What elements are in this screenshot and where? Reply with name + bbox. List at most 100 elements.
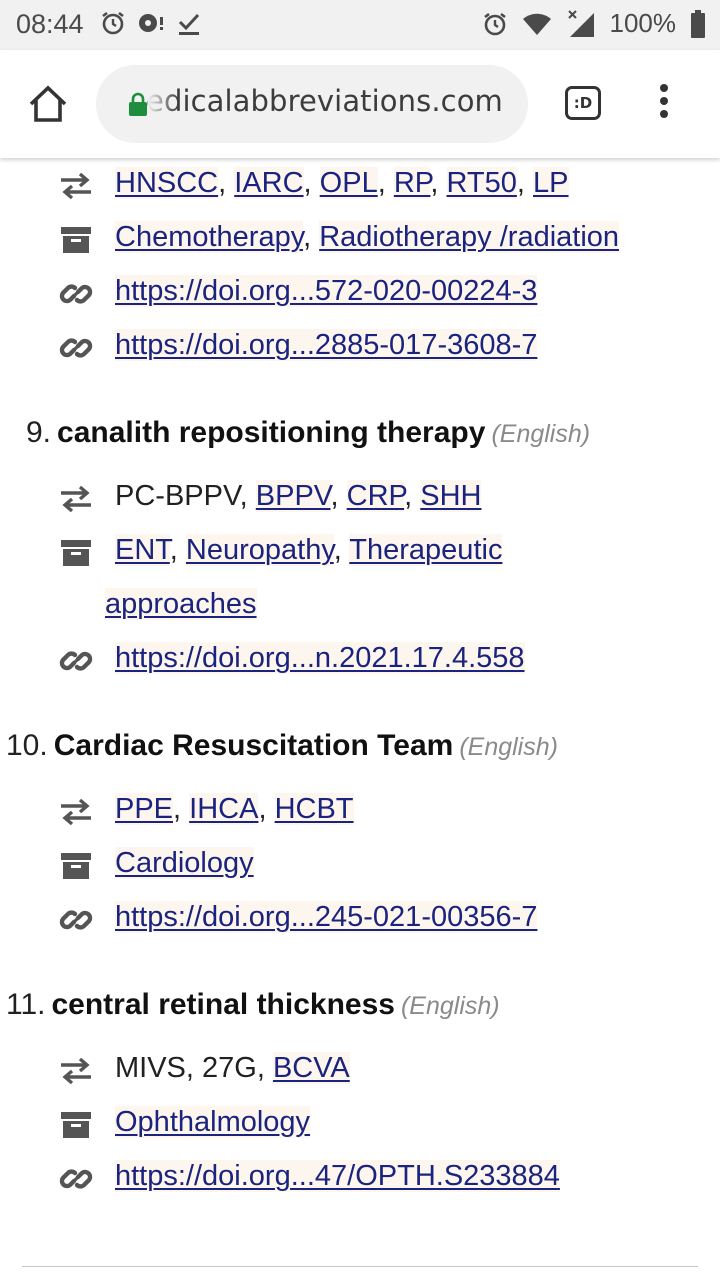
abbreviation-list: PPE, IHCA, HCBT (115, 793, 354, 826)
doi-link[interactable]: https://doi.org...n.2021.17.4.558 (115, 642, 525, 674)
separator: , (516, 167, 534, 199)
abbreviation-list: PC-BPPV, BPPV, CRP, SHH (115, 480, 482, 513)
abbreviation-link[interactable]: PPE (115, 793, 174, 825)
alarm-icon (102, 11, 124, 35)
entry-number: 9. (26, 416, 52, 449)
archive-box-icon (58, 222, 94, 258)
doi-link[interactable]: https://doi.org...47/OPTH.S233884 (115, 1160, 560, 1192)
separator: , (256, 1052, 273, 1084)
url-fade (148, 75, 178, 135)
entry-number: 10. (6, 729, 48, 762)
address-bar[interactable]: edicalabbreviations.com (96, 65, 528, 143)
category-link[interactable]: ENT (115, 534, 170, 566)
swap-arrows-icon (58, 481, 94, 517)
entry-language: (English) (491, 420, 591, 448)
entry-term[interactable]: central retinal thickness (51, 988, 394, 1021)
status-right-icons: 100% (482, 8, 707, 39)
separator: , (218, 167, 235, 199)
reference-link-row: https://doi.org...47/OPTH.S233884 (115, 1160, 560, 1193)
separator: , (173, 793, 190, 825)
category-link[interactable]: Ophthalmology (115, 1106, 311, 1138)
entry-title: 9. canalith repositioning therapy (English… (26, 416, 590, 450)
abbreviation-list: HNSCC, IARC, OPL, RP, RT50, LP (115, 167, 569, 200)
notification-icon (139, 14, 163, 32)
category-link[interactable]: Chemotherapy (115, 221, 304, 253)
tab-switcher-button[interactable]: :D (565, 86, 601, 120)
abbreviation-link[interactable]: RP (393, 167, 431, 199)
abbreviation-list: MIVS, 27G, BCVA (115, 1052, 350, 1085)
reference-link-row: https://doi.org...n.2021.17.4.558 (115, 642, 525, 675)
entry-language: (English) (459, 733, 558, 761)
abbreviation-link[interactable]: LP (533, 167, 569, 199)
category-link[interactable]: approaches (105, 588, 257, 620)
category-list-continued: approaches (105, 588, 257, 621)
abbreviation-link[interactable]: BPPV (255, 480, 331, 512)
link-icon (58, 902, 94, 938)
doi-link[interactable]: https://doi.org...245-021-00356-7 (115, 901, 538, 933)
abbreviation-link[interactable]: BCVA (272, 1052, 350, 1084)
doi-link[interactable]: https://doi.org...2885-017-3608-7 (115, 329, 538, 361)
status-left-icons (100, 10, 202, 36)
signal-icon (567, 9, 594, 37)
home-icon[interactable] (26, 82, 70, 126)
category-link[interactable]: Therapeutic (349, 534, 503, 566)
battery-icon (691, 9, 705, 38)
abbreviation-link[interactable]: IHCA (189, 793, 259, 825)
lock-icon (129, 92, 147, 116)
abbreviation-link[interactable]: SHH (420, 480, 482, 512)
archive-box-icon (58, 1107, 94, 1143)
separator: , (258, 793, 275, 825)
category-list: Ophthalmology (115, 1106, 311, 1139)
separator: , (377, 167, 394, 199)
check-download-icon (178, 13, 200, 35)
separator: , (430, 167, 447, 199)
category-link[interactable]: Neuropathy (185, 534, 334, 566)
url-text[interactable]: edicalabbreviations.com (146, 84, 503, 118)
doi-link[interactable]: https://doi.org...572-020-00224-3 (115, 275, 538, 307)
entry-term[interactable]: canalith repositioning therapy (57, 416, 485, 449)
separator: , (330, 480, 347, 512)
link-icon (58, 330, 94, 366)
reference-link-row: https://doi.org...245-021-00356-7 (115, 901, 538, 934)
abbreviation-link[interactable]: HNSCC (115, 167, 219, 199)
abbreviation-link[interactable]: OPL (319, 167, 378, 199)
category-link[interactable]: Cardiology (115, 847, 254, 879)
abbreviation-link[interactable]: IARC (234, 167, 304, 199)
browser-toolbar: edicalabbreviations.com :D (0, 50, 720, 158)
reference-link-row: https://doi.org...2885-017-3608-7 (115, 329, 538, 362)
entry-title: 11. central retinal thickness (English) (6, 988, 500, 1022)
separator: , (303, 221, 320, 253)
archive-box-icon (58, 535, 94, 571)
link-icon (58, 1161, 94, 1197)
entry-title: 10. Cardiac Resuscitation Team (English) (6, 729, 558, 763)
entry-term[interactable]: Cardiac Resuscitation Team (54, 729, 454, 762)
entry-language: (English) (400, 992, 500, 1020)
archive-box-icon (58, 848, 94, 884)
abbreviation-text: PC-BPPV (115, 480, 240, 512)
entry-number: 11. (6, 988, 46, 1021)
separator: , (333, 534, 350, 566)
abbreviation-link[interactable]: RT50 (446, 167, 517, 199)
category-list: Cardiology (115, 847, 254, 880)
separator: , (303, 167, 320, 199)
swap-arrows-icon (58, 1053, 94, 1089)
separator: , (404, 480, 421, 512)
link-icon (58, 276, 94, 312)
status-bar: 08:44 100% (0, 0, 720, 50)
separator: , (169, 534, 186, 566)
abbreviation-link[interactable]: HCBT (274, 793, 354, 825)
alarm-icon (483, 12, 506, 35)
wifi-icon (522, 13, 551, 35)
separator: , (239, 480, 256, 512)
category-link[interactable]: Radiotherapy /radiation (319, 221, 620, 253)
abbreviation-link[interactable]: CRP (346, 480, 405, 512)
overflow-menu-icon[interactable] (652, 84, 676, 124)
battery-level: 100% (609, 8, 677, 38)
link-icon (58, 643, 94, 679)
footer-divider (22, 1266, 698, 1267)
abbreviation-text: MIVS, 27G (115, 1052, 257, 1084)
reference-link-row: https://doi.org...572-020-00224-3 (115, 275, 538, 308)
category-list: ENT, Neuropathy, Therapeutic (115, 534, 503, 567)
swap-arrows-icon (58, 168, 94, 204)
swap-arrows-icon (58, 794, 94, 830)
